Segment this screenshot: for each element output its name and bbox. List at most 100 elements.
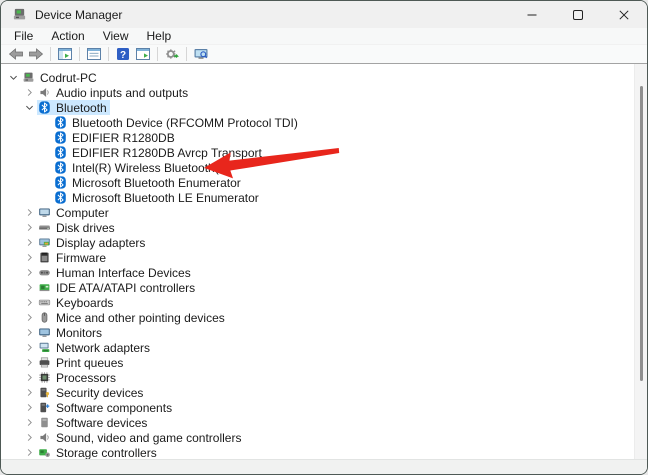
tree-item[interactable]: Human Interface Devices: [1, 265, 647, 280]
menu-help[interactable]: Help: [138, 28, 181, 44]
chevron-right-icon[interactable]: [21, 325, 37, 340]
chevron-right-icon[interactable]: [21, 295, 37, 310]
scrollbar-thumb[interactable]: [640, 86, 643, 381]
tree-item[interactable]: Microsoft Bluetooth Enumerator: [1, 175, 647, 190]
tree-item[interactable]: Firmware: [1, 250, 647, 265]
tree-item[interactable]: Audio inputs and outputs: [1, 85, 647, 100]
tree-item-body[interactable]: Codrut-PC: [21, 70, 100, 85]
tree-item-body[interactable]: Keyboards: [37, 295, 116, 310]
tree-item-body[interactable]: Intel(R) Wireless Bluetooth(R): [53, 160, 234, 175]
tree-item-body[interactable]: Storage controllers: [37, 445, 160, 459]
tree-item[interactable]: EDIFIER R1280DB: [1, 130, 647, 145]
chevron-right-icon[interactable]: [21, 220, 37, 235]
forward-button[interactable]: [26, 46, 46, 63]
tree-item[interactable]: Software devices: [1, 415, 647, 430]
menu-view[interactable]: View: [94, 28, 138, 44]
tree-item-body[interactable]: Monitors: [37, 325, 105, 340]
close-button[interactable]: [601, 1, 647, 28]
tree-item[interactable]: Storage controllers: [1, 445, 647, 459]
tree-item-label: Audio inputs and outputs: [56, 85, 189, 100]
chevron-down-icon[interactable]: [21, 100, 37, 115]
tree-item[interactable]: Bluetooth Device (RFCOMM Protocol TDI): [1, 115, 647, 130]
tree-item-body[interactable]: Mice and other pointing devices: [37, 310, 228, 325]
tree-item-body[interactable]: EDIFIER R1280DB: [53, 130, 178, 145]
tree-item-body[interactable]: Microsoft Bluetooth LE Enumerator: [53, 190, 262, 205]
show-hide-console-tree-button[interactable]: [55, 46, 75, 63]
chevron-right-icon[interactable]: [21, 340, 37, 355]
chevron-right-icon[interactable]: [21, 280, 37, 295]
tree-item[interactable]: Disk drives: [1, 220, 647, 235]
tree-item[interactable]: Keyboards: [1, 295, 647, 310]
tree-item-body[interactable]: Display adapters: [37, 235, 148, 250]
tree-item[interactable]: Codrut-PC: [1, 70, 647, 85]
chevron-right-icon[interactable]: [21, 370, 37, 385]
chevron-right-icon[interactable]: [21, 265, 37, 280]
tree-item-body[interactable]: Sound, video and game controllers: [37, 430, 244, 445]
tree-item-label: Software components: [56, 400, 173, 415]
network-icon: [37, 341, 51, 355]
tree-item[interactable]: Software components: [1, 400, 647, 415]
tree-item[interactable]: Monitors: [1, 325, 647, 340]
tree-item-body[interactable]: Human Interface Devices: [37, 265, 194, 280]
tree-item[interactable]: Mice and other pointing devices: [1, 310, 647, 325]
tree-item-body[interactable]: Security devices: [37, 385, 146, 400]
tree-item[interactable]: EDIFIER R1280DB Avrcp Transport: [1, 145, 647, 160]
tree-item-body[interactable]: Software devices: [37, 415, 150, 430]
tree-item-body[interactable]: Network adapters: [37, 340, 153, 355]
tree-item-label: Security devices: [56, 385, 144, 400]
chevron-right-icon[interactable]: [21, 235, 37, 250]
tree-item[interactable]: Display adapters: [1, 235, 647, 250]
chevron-right-icon[interactable]: [21, 385, 37, 400]
menu-file[interactable]: File: [5, 28, 42, 44]
tree-item-body[interactable]: Print queues: [37, 355, 126, 370]
tree-item-body[interactable]: Processors: [37, 370, 119, 385]
tree-item[interactable]: IDE ATA/ATAPI controllers: [1, 280, 647, 295]
vertical-scrollbar[interactable]: [634, 64, 647, 459]
search-computers-button[interactable]: [191, 46, 211, 63]
tree-item[interactable]: Computer: [1, 205, 647, 220]
chevron-right-icon[interactable]: [21, 250, 37, 265]
tree-item-body[interactable]: EDIFIER R1280DB Avrcp Transport: [53, 145, 265, 160]
tree-item-body[interactable]: Software components: [37, 400, 175, 415]
tree-item[interactable]: Bluetooth: [1, 100, 647, 115]
chevron-right-icon[interactable]: [21, 445, 37, 459]
tree-item[interactable]: Network adapters: [1, 340, 647, 355]
chevron-right-icon[interactable]: [21, 310, 37, 325]
tree-item-body[interactable]: Bluetooth Device (RFCOMM Protocol TDI): [53, 115, 301, 130]
chevron-down-icon[interactable]: [5, 70, 21, 85]
monitor-icon: [37, 326, 51, 340]
back-button[interactable]: [6, 46, 26, 63]
tree-item[interactable]: Processors: [1, 370, 647, 385]
tree-item-label: Software devices: [56, 415, 148, 430]
chevron-right-icon[interactable]: [21, 355, 37, 370]
tree-item-body[interactable]: Microsoft Bluetooth Enumerator: [53, 175, 244, 190]
tree-item[interactable]: Intel(R) Wireless Bluetooth(R): [1, 160, 647, 175]
tree-item[interactable]: Sound, video and game controllers: [1, 430, 647, 445]
chevron-right-icon[interactable]: [21, 205, 37, 220]
scan-hardware-changes-button[interactable]: [162, 46, 182, 63]
tree-item-body[interactable]: Firmware: [37, 250, 109, 265]
chevron-right-icon[interactable]: [21, 85, 37, 100]
tree-item[interactable]: Microsoft Bluetooth LE Enumerator: [1, 190, 647, 205]
tree-item[interactable]: Print queues: [1, 355, 647, 370]
tree-item-body[interactable]: Bluetooth: [37, 100, 110, 115]
tree-item-body[interactable]: Audio inputs and outputs: [37, 85, 191, 100]
toolbar-separator: [79, 47, 80, 61]
tree-item[interactable]: Security devices: [1, 385, 647, 400]
tree-item-body[interactable]: Computer: [37, 205, 112, 220]
help-button[interactable]: ?: [113, 46, 133, 63]
maximize-button[interactable]: [555, 1, 601, 28]
menu-action[interactable]: Action: [42, 28, 93, 44]
console-tree-icon: [57, 46, 73, 62]
tree-item-body[interactable]: IDE ATA/ATAPI controllers: [37, 280, 198, 295]
chevron-right-icon[interactable]: [21, 415, 37, 430]
tree-item-body[interactable]: Disk drives: [37, 220, 118, 235]
minimize-button[interactable]: [509, 1, 555, 28]
chevron-right-icon[interactable]: [21, 430, 37, 445]
action-pane-button[interactable]: [133, 46, 153, 63]
chevron-right-icon[interactable]: [21, 400, 37, 415]
properties-button[interactable]: [84, 46, 104, 63]
bluetooth-icon: [53, 131, 67, 145]
